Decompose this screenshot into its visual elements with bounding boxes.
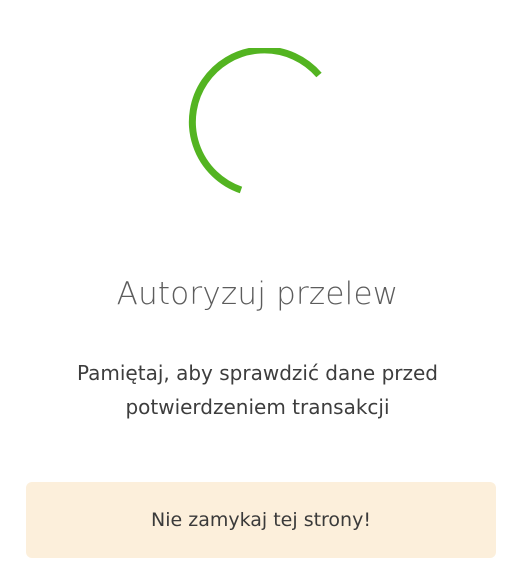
instruction-line-1: Pamiętaj, aby sprawdzić dane przed <box>76 361 439 385</box>
instruction-line-2: potwierdzeniem transakcji <box>125 395 390 419</box>
page-title: Autoryzuj przelew <box>116 276 399 312</box>
loading-spinner-icon <box>188 48 322 194</box>
warning-banner: Nie zamykaj tej strony! <box>26 482 496 558</box>
spinner-arc <box>188 48 322 194</box>
instruction-text: Pamiętaj, aby sprawdzić dane przed potwi… <box>0 356 515 424</box>
warning-text: Nie zamykaj tej strony! <box>151 509 371 531</box>
